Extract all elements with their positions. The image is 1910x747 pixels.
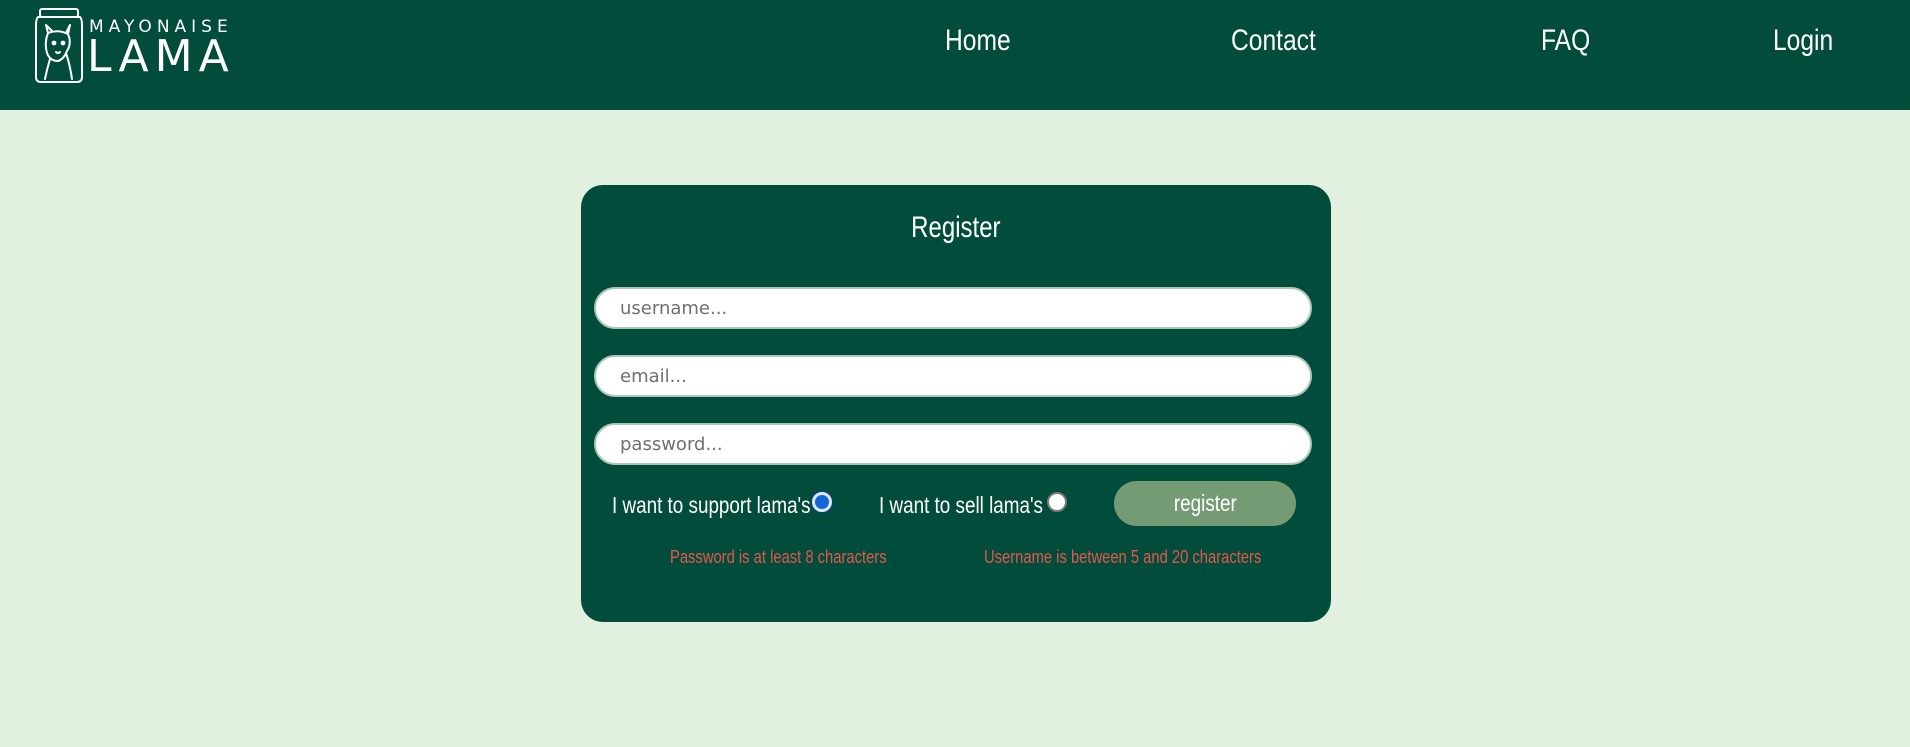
nav-contact-link[interactable]: Contact (1231, 24, 1316, 58)
username-error-message: Username is between 5 and 20 characters (984, 547, 1262, 567)
nav-login-link[interactable]: Login (1773, 24, 1833, 58)
form-title: Register (581, 211, 1331, 245)
sell-option-label: I want to sell lama's (879, 492, 1043, 518)
site-header: MAYONAISE LAMA Home Contact FAQ Login (0, 0, 1910, 110)
nav-home-link[interactable]: Home (945, 24, 1011, 58)
register-button-label: register (1173, 490, 1237, 516)
logo-main-text: LAMA (87, 31, 235, 82)
form-title-text: Register (911, 211, 1001, 244)
support-option-radio[interactable] (812, 492, 832, 512)
password-input[interactable] (594, 423, 1312, 465)
password-error-message: Password is at least 8 characters (670, 547, 887, 567)
register-button[interactable]: register (1114, 481, 1296, 526)
nav-faq-link[interactable]: FAQ (1541, 24, 1590, 58)
register-form-card: Register I want to support lama's I want… (581, 185, 1331, 622)
support-option-label: I want to support lama's (612, 492, 811, 518)
sell-option-radio[interactable] (1047, 492, 1067, 512)
email-input[interactable] (594, 355, 1312, 397)
logo[interactable]: MAYONAISE LAMA (34, 7, 244, 85)
lama-jar-icon (35, 8, 83, 83)
username-input[interactable] (594, 287, 1312, 329)
